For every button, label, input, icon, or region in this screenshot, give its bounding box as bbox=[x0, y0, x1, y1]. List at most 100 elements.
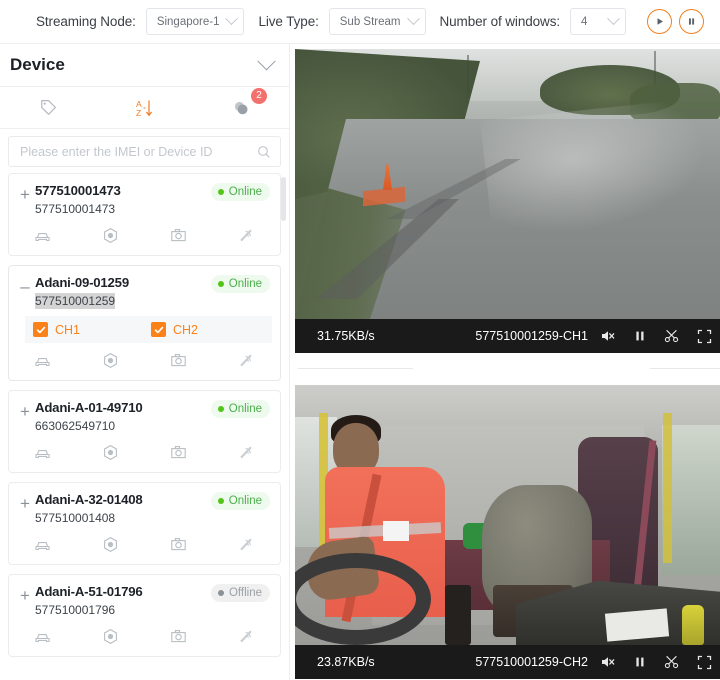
pause-icon bbox=[689, 18, 695, 25]
device-texts: 577510001473 577510001473 bbox=[35, 182, 211, 218]
channel-checkbox[interactable] bbox=[151, 322, 166, 337]
device-expander[interactable]: + bbox=[15, 401, 35, 421]
vehicle-icon bbox=[33, 351, 52, 375]
pause-button-1[interactable] bbox=[624, 319, 656, 353]
play-icon bbox=[657, 18, 663, 25]
channel-item[interactable]: CH1 bbox=[33, 322, 151, 337]
location-action-button[interactable] bbox=[77, 226, 145, 250]
mute-icon bbox=[602, 657, 615, 667]
camera-icon bbox=[169, 627, 188, 651]
camera-action-button[interactable] bbox=[145, 535, 213, 559]
signal-icon bbox=[237, 226, 256, 250]
top-toolbar: Streaming Node: Singapore-1 Live Type: S… bbox=[0, 0, 720, 44]
tag-filter-button[interactable] bbox=[0, 87, 96, 128]
channel-item[interactable]: CH2 bbox=[151, 322, 269, 337]
video-controlbar-1: 31.75KB/s 577510001259-CH1 bbox=[295, 319, 720, 353]
main-body: Device A Z 2 Please enter the IMEI or De… bbox=[0, 44, 720, 680]
location-action-button[interactable] bbox=[77, 535, 145, 559]
vehicle-icon bbox=[33, 226, 52, 250]
live-type-select[interactable]: Sub Stream bbox=[328, 8, 426, 35]
chevron-down-icon[interactable] bbox=[257, 51, 276, 70]
device-actions bbox=[9, 346, 280, 380]
video-controls-2 bbox=[592, 645, 720, 679]
video-player-2[interactable]: 23.87KB/s 577510001259-CH2 bbox=[295, 385, 720, 679]
video-canvas-2[interactable] bbox=[295, 385, 720, 645]
device-expander[interactable]: + bbox=[15, 493, 35, 513]
device-header: + Adani-A-32-01408 577510001408 Online bbox=[9, 491, 280, 527]
camera-action-button[interactable] bbox=[145, 443, 213, 467]
signal-action-button[interactable] bbox=[212, 627, 280, 651]
pause-button-2[interactable] bbox=[624, 645, 656, 679]
search-box[interactable] bbox=[8, 136, 281, 167]
search-icon[interactable] bbox=[257, 145, 271, 159]
pause-all-button[interactable] bbox=[679, 9, 704, 34]
sidebar-scrollbar[interactable] bbox=[281, 177, 286, 221]
play-all-button[interactable] bbox=[647, 9, 672, 34]
camera-action-button[interactable] bbox=[145, 627, 213, 651]
fullscreen-icon bbox=[697, 329, 711, 343]
device-actions bbox=[9, 438, 280, 472]
device-header: + Adani-A-51-01796 577510001796 Offline bbox=[9, 583, 280, 619]
sidebar-toolbar: A Z 2 bbox=[0, 87, 289, 129]
device-name: 577510001473 bbox=[35, 183, 121, 198]
vehicle-action-button[interactable] bbox=[9, 443, 77, 467]
signal-icon bbox=[237, 443, 256, 467]
device-card[interactable]: +577510001473 577510001473 Online bbox=[8, 173, 281, 256]
status-dot-icon bbox=[217, 189, 224, 195]
device-expander[interactable]: + bbox=[15, 585, 35, 605]
device-expander[interactable]: – bbox=[15, 276, 35, 296]
vehicle-action-button[interactable] bbox=[9, 535, 77, 559]
fullscreen-button-2[interactable] bbox=[688, 645, 720, 679]
vehicle-icon bbox=[33, 535, 52, 559]
clip-button-1[interactable] bbox=[656, 319, 688, 353]
device-card[interactable]: + Adani-A-51-01796 577510001796 Offline bbox=[8, 574, 281, 657]
status-badge: Online bbox=[210, 400, 270, 418]
device-card[interactable]: + Adani-A-01-49710 663062549710 Online bbox=[8, 390, 281, 473]
video-grid: 31.75KB/s 577510001259-CH1 23.87KB/s 577… bbox=[290, 44, 720, 680]
device-list[interactable]: +577510001473 577510001473 Online – Adani-09… bbox=[0, 173, 289, 680]
camera-action-button[interactable] bbox=[145, 226, 213, 250]
video-channel-name-2: 577510001259-CH2 bbox=[475, 655, 588, 669]
device-id: 663062549710 bbox=[35, 419, 116, 433]
video-player-1[interactable]: 31.75KB/s 577510001259-CH1 bbox=[295, 49, 720, 353]
signal-action-button[interactable] bbox=[212, 351, 280, 375]
device-header: + Adani-A-01-49710 663062549710 Online bbox=[9, 399, 280, 435]
camera-action-button[interactable] bbox=[145, 351, 213, 375]
device-card[interactable]: + Adani-A-32-01408 577510001408 Online bbox=[8, 482, 281, 565]
camera-icon bbox=[169, 226, 188, 250]
video-divider bbox=[295, 353, 720, 385]
vehicle-action-button[interactable] bbox=[9, 351, 77, 375]
location-action-button[interactable] bbox=[77, 627, 145, 651]
channel-checkbox[interactable] bbox=[33, 322, 48, 337]
fullscreen-button-1[interactable] bbox=[688, 319, 720, 353]
vehicle-icon bbox=[33, 443, 52, 467]
group-icon bbox=[234, 101, 248, 114]
sort-button[interactable]: A Z bbox=[96, 87, 192, 128]
location-action-button[interactable] bbox=[77, 351, 145, 375]
clip-icon bbox=[664, 329, 679, 343]
number-of-windows-value: 4 bbox=[581, 15, 588, 28]
signal-action-button[interactable] bbox=[212, 226, 280, 250]
group-button[interactable]: 2 bbox=[193, 87, 289, 128]
mute-button-1[interactable] bbox=[592, 319, 624, 353]
streaming-node-select[interactable]: Singapore-1 bbox=[145, 8, 245, 35]
channel-row: CH1 CH2 bbox=[25, 316, 272, 343]
streaming-node-label: Streaming Node: bbox=[36, 14, 136, 29]
device-header: +577510001473 577510001473 Online bbox=[9, 182, 280, 218]
device-expander[interactable]: + bbox=[15, 184, 35, 204]
signal-action-button[interactable] bbox=[212, 443, 280, 467]
status-dot-icon bbox=[217, 406, 224, 412]
mute-button-2[interactable] bbox=[592, 645, 624, 679]
signal-action-button[interactable] bbox=[212, 535, 280, 559]
location-action-button[interactable] bbox=[77, 443, 145, 467]
device-card[interactable]: – Adani-09-01259 577510001259 Online CH1 CH2 bbox=[8, 265, 281, 381]
signal-icon bbox=[237, 535, 256, 559]
number-of-windows-select[interactable]: 4 bbox=[570, 8, 626, 35]
clip-button-2[interactable] bbox=[656, 645, 688, 679]
status-badge: Offline bbox=[210, 584, 270, 602]
video-canvas-1[interactable] bbox=[295, 49, 720, 319]
live-type-value: Sub Stream bbox=[339, 15, 401, 28]
search-input[interactable] bbox=[20, 144, 257, 159]
vehicle-action-button[interactable] bbox=[9, 226, 77, 250]
vehicle-action-button[interactable] bbox=[9, 627, 77, 651]
